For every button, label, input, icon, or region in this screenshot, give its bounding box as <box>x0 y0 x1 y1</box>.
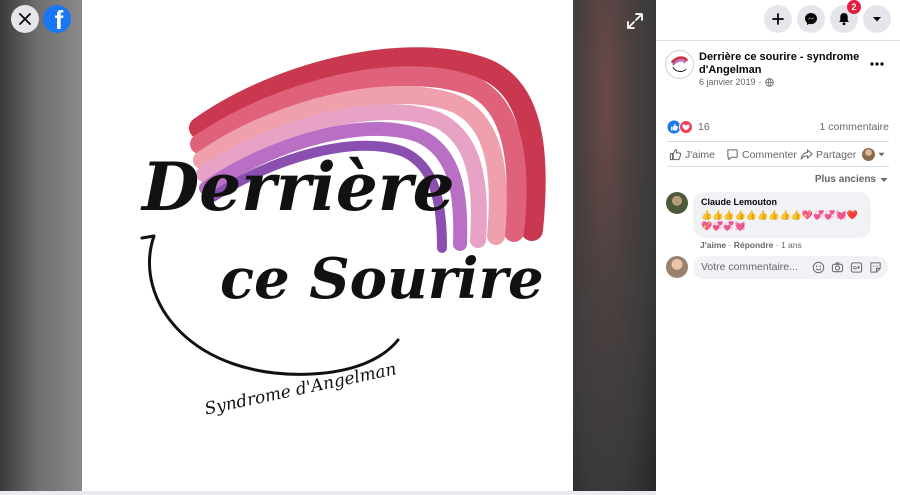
comment-text: 👍👍👍👍👍👍👍👍👍💖💞💞💓❤️💖💞💞💓 <box>701 210 858 231</box>
comments-count[interactable]: 1 commentaire <box>820 121 889 133</box>
actions-divider <box>667 166 889 167</box>
reactions-divider <box>667 141 889 142</box>
background-blur-left <box>0 0 82 495</box>
love-reaction-icon <box>679 120 693 134</box>
comment-like-link[interactable]: J'aime <box>700 240 726 250</box>
notifications-badge: 2 <box>847 0 861 14</box>
share-button[interactable]: Partager <box>800 148 856 161</box>
notifications-button[interactable]: 2 <box>830 0 861 33</box>
expand-icon <box>627 13 643 29</box>
post-header: Derrière ce sourire - syndrome d'Angelma… <box>665 50 895 94</box>
comment-label: Commenter <box>742 148 797 161</box>
page-logo-icon <box>670 56 689 72</box>
like-label: J'aime <box>685 148 716 161</box>
photo-viewer: Derrière ce Sourire Syndrome d'Angelman … <box>0 0 656 495</box>
artwork-title-line2: ce Sourire <box>220 246 544 312</box>
commenter-avatar[interactable] <box>666 192 688 214</box>
comment-author[interactable]: Claude Lemouton <box>701 197 863 207</box>
thumbs-up-icon <box>669 148 682 161</box>
comment-sort-dropdown[interactable]: Plus anciens <box>815 174 888 185</box>
artwork-subtitle: Syndrome d'Angelman <box>203 359 398 419</box>
separator-dot: · <box>758 77 762 87</box>
page-name[interactable]: Derrière ce sourire - syndrome d'Angelma… <box>699 51 867 77</box>
globe-icon <box>764 77 774 87</box>
top-bar: 2 <box>656 0 900 40</box>
fullscreen-button[interactable] <box>626 12 646 32</box>
comment-time[interactable]: 1 ans <box>781 240 802 250</box>
emoji-button[interactable] <box>812 261 825 274</box>
artwork-title-line1: Derrière <box>140 148 455 226</box>
gif-button[interactable] <box>850 261 863 274</box>
comment-input[interactable]: Votre commentaire... <box>693 256 888 279</box>
reactions-count[interactable]: 16 <box>698 121 710 133</box>
share-audience-selector[interactable] <box>862 148 885 161</box>
post-date[interactable]: 6 janvier 2019 <box>699 77 756 87</box>
comment-icon <box>727 149 738 161</box>
like-reaction-icon <box>667 120 681 134</box>
viewer-bottom-strip <box>0 491 656 495</box>
sticker-icon <box>870 262 881 273</box>
caret-down-icon <box>873 17 881 22</box>
post-side-panel: 2 Derrière ce sourire - syndrome d'Angel… <box>656 0 900 495</box>
post-actions: J'aime Commenter Partager <box>667 146 889 164</box>
bell-icon <box>839 13 849 26</box>
post-options-button[interactable] <box>869 54 889 66</box>
more-icon <box>870 62 884 66</box>
comment-composer: Votre commentaire... <box>666 256 888 279</box>
composer-tools <box>812 261 882 274</box>
artwork-logo: Derrière ce Sourire Syndrome d'Angelman <box>140 47 546 419</box>
share-label: Partager <box>816 148 857 161</box>
caret-down-icon <box>880 177 888 182</box>
share-icon <box>800 149 813 160</box>
emoji-icon <box>812 261 825 274</box>
topbar-divider <box>656 40 900 41</box>
close-icon <box>19 13 31 25</box>
facebook-logo[interactable]: f <box>43 5 71 33</box>
sticker-button[interactable] <box>869 261 882 274</box>
caret-down-icon <box>878 152 885 157</box>
comment-button[interactable]: Commenter <box>726 148 797 161</box>
reaction-icons[interactable] <box>667 120 695 134</box>
gif-icon <box>850 262 863 273</box>
like-button[interactable]: J'aime <box>669 148 715 161</box>
photo-button[interactable] <box>831 261 844 274</box>
account-menu-button[interactable] <box>863 5 891 33</box>
messenger-button[interactable] <box>797 5 825 33</box>
create-button[interactable] <box>764 5 792 33</box>
background-blur-right <box>573 0 656 495</box>
reactions-row: 16 1 commentaire <box>667 119 889 135</box>
my-avatar[interactable] <box>666 256 688 278</box>
plus-icon <box>772 13 784 25</box>
close-viewer-button[interactable] <box>11 5 39 33</box>
smile-tick <box>140 234 156 240</box>
post-photo[interactable]: Derrière ce Sourire Syndrome d'Angelman <box>82 0 573 491</box>
share-avatar <box>862 148 875 161</box>
comment-reply-link[interactable]: Répondre <box>734 240 774 250</box>
post-meta: 6 janvier 2019 · <box>699 77 774 87</box>
messenger-icon <box>805 13 817 25</box>
comment-input-placeholder: Votre commentaire... <box>701 261 798 273</box>
sort-label: Plus anciens <box>814 174 876 185</box>
page-avatar[interactable] <box>665 50 694 79</box>
camera-icon <box>831 262 844 273</box>
comment-meta: J'aime · Répondre · 1 ans <box>700 240 802 250</box>
comment-bubble: Claude Lemouton 👍👍👍👍👍👍👍👍👍💖💞💞💓❤️💖💞💞💓 <box>693 192 871 238</box>
